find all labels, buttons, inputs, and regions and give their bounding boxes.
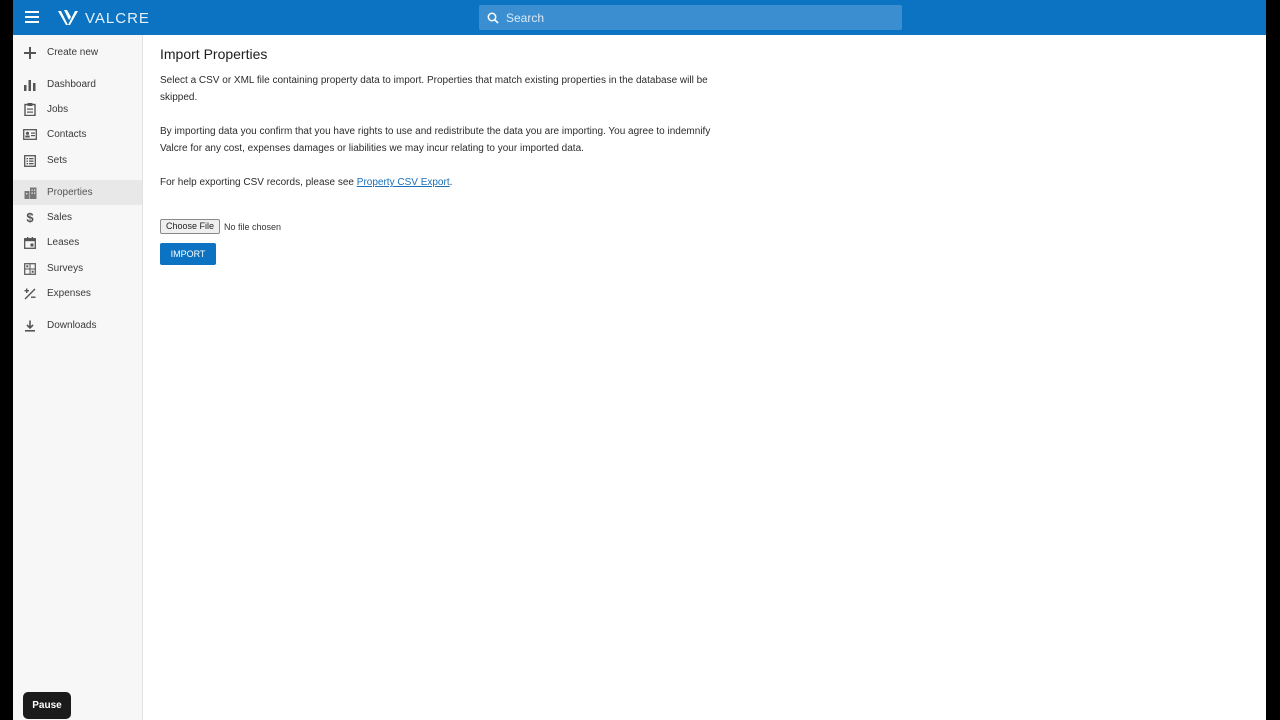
app-window: VALCRE Create new Dashboard (13, 0, 1266, 720)
sidebar-item-label: Create new (47, 47, 99, 58)
import-disclaimer: By importing data you confirm that you h… (160, 126, 711, 154)
clipboard-icon (23, 103, 37, 117)
sidebar-item-leases[interactable]: Leases (13, 230, 142, 255)
sidebar-item-label: Jobs (47, 104, 69, 115)
survey-grid-icon (23, 262, 37, 276)
sidebar-item-label: Leases (47, 237, 80, 248)
bar-chart-icon (23, 78, 37, 92)
import-button[interactable]: IMPORT (160, 243, 216, 265)
file-input[interactable]: Choose File No file chosen (160, 219, 281, 234)
choose-file-button[interactable]: Choose File (160, 219, 221, 234)
file-status: No file chosen (224, 221, 282, 232)
sidebar-item-sets[interactable]: Sets (13, 148, 142, 173)
export-help-prefix: For help exporting CSV records, please s… (160, 177, 357, 188)
percent-icon (23, 287, 37, 301)
sidebar-item-downloads[interactable]: Downloads (13, 313, 142, 338)
sidebar-item-sales[interactable]: $ Sales (13, 205, 142, 230)
sidebar-item-label: Properties (47, 187, 93, 198)
sidebar-item-surveys[interactable]: Surveys (13, 256, 142, 281)
import-description: Select a CSV or XML file containing prop… (160, 75, 708, 103)
calendar-icon (23, 236, 37, 250)
plus-icon (23, 46, 37, 60)
export-help-text: For help exporting CSV records, please s… (160, 174, 720, 191)
contact-card-icon (23, 128, 37, 142)
sidebar-item-label: Sales (47, 212, 73, 223)
top-bar: VALCRE (13, 0, 1266, 35)
valcre-logo-icon (58, 10, 78, 25)
sidebar-item-contacts[interactable]: Contacts (13, 122, 142, 147)
sidebar-item-label: Expenses (47, 288, 91, 299)
page-title: Import Properties (160, 46, 268, 62)
sidebar-item-label: Contacts (47, 129, 87, 140)
export-help-suffix: . (449, 177, 453, 188)
sidebar-item-properties[interactable]: Properties (13, 180, 142, 205)
sidebar-item-label: Sets (47, 155, 68, 166)
sidebar-item-expenses[interactable]: Expenses (13, 281, 142, 306)
search-icon (480, 5, 506, 30)
download-icon (23, 319, 37, 333)
search-input[interactable] (506, 10, 886, 25)
logo-text: VALCRE (85, 9, 150, 27)
property-csv-export-link[interactable]: Property CSV Export (357, 177, 450, 188)
sidebar-item-dashboard[interactable]: Dashboard (13, 72, 142, 97)
buildings-icon (23, 186, 37, 200)
logo[interactable]: VALCRE (57, 7, 150, 29)
search-bar[interactable] (479, 5, 902, 30)
sidebar-item-create-new[interactable]: Create new (13, 40, 142, 65)
sidebar: Create new Dashboard Jobs Contacts Sets (13, 35, 143, 720)
sidebar-item-label: Surveys (47, 263, 84, 274)
sidebar-item-jobs[interactable]: Jobs (13, 97, 142, 122)
dollar-icon: $ (26, 210, 34, 225)
sidebar-item-label: Downloads (47, 320, 97, 331)
sidebar-item-label: Dashboard (47, 79, 96, 90)
menu-button[interactable] (21, 6, 43, 28)
hamburger-icon (25, 11, 39, 23)
pause-button[interactable]: Pause (23, 692, 71, 719)
list-grid-icon (23, 154, 37, 168)
